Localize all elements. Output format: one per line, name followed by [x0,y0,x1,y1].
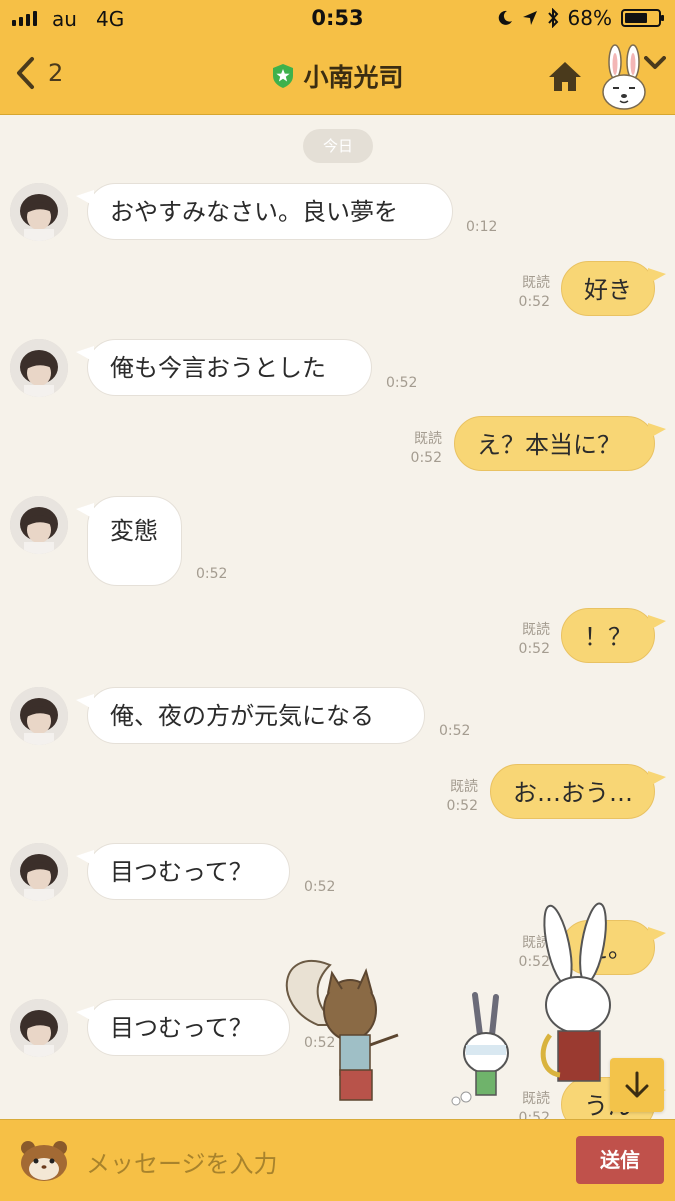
contact-avatar[interactable] [10,999,68,1057]
contact-avatar[interactable] [10,183,68,241]
message-time: 0:52 [446,798,478,814]
contact-avatar[interactable] [10,843,68,901]
message-time: 0:52 [196,566,228,582]
message-input[interactable]: メッセージを入力 [86,1144,278,1179]
read-label: 既読 [522,622,550,638]
incoming-message-bubble[interactable]: 変態 [76,496,182,586]
outgoing-message-bubble[interactable]: お…おう… [490,764,666,819]
outgoing-message-bubble[interactable]: ！？ [561,608,666,663]
incoming-message-bubble[interactable]: 俺、夜の方が元気になる [76,687,425,744]
location-icon [522,11,537,25]
message-time: 0:52 [386,375,418,391]
incoming-message-bubble[interactable]: おやすみなさい。良い夢を [76,183,453,240]
date-divider: 今日 [303,129,373,163]
message-text: 俺、夜の方が元気になる [110,702,374,730]
message-text: 目つむって？ [110,858,253,886]
contact-avatar[interactable] [10,496,68,554]
message-text: 好き [584,276,632,304]
moon-icon [498,10,512,25]
message-read-receipt: 既読 0:52 [360,430,442,468]
hamster-icon[interactable] [18,1136,70,1182]
rabbit-avatar-icon[interactable] [600,44,648,110]
message-list[interactable]: 今日 おやすみなさい。良い夢を 0:12 既読 0:52 好き 俺も今言おうとした… [0,115,675,1119]
status-bar: au 4G 0:53 68% [0,0,675,38]
message-text: おやすみなさい。良い夢を [110,198,398,226]
message-text: 俺も今言おうとした [110,354,326,382]
message-read-receipt: 既読 0:52 [470,621,550,659]
message-input-bar: メッセージを入力 送信 [0,1119,675,1201]
chat-header: 2 小南光司 [0,38,675,115]
message-text: 変態 [110,517,158,545]
outgoing-message-bubble[interactable]: え？本当に？ [454,416,666,471]
contact-name: 小南光司 [303,63,404,92]
battery-percent: 68% [567,6,612,30]
message-time: 0:52 [518,641,550,657]
bluetooth-icon [547,8,558,28]
incoming-message-bubble[interactable]: 目つむって？ [76,843,290,900]
battery-icon [621,9,664,27]
contact-avatar[interactable] [10,687,68,745]
read-label: 既読 [450,779,478,795]
message-text: お…おう… [513,779,633,807]
message-text: え？本当に？ [477,431,621,459]
chevron-down-icon[interactable] [644,56,666,70]
message-time: 0:52 [518,294,550,310]
incoming-message-bubble[interactable]: 目つむって？ [76,999,290,1056]
contact-avatar[interactable] [10,339,68,397]
message-time: 0:52 [410,450,442,466]
read-label: 既読 [522,275,550,291]
chat-skin-characters [285,902,611,1106]
incoming-message-bubble[interactable]: 俺も今言おうとした [76,339,372,396]
scroll-to-bottom-button[interactable] [610,1058,664,1112]
send-button[interactable]: 送信 [576,1136,664,1184]
verified-badge-icon [273,64,294,88]
outgoing-message-bubble[interactable]: 好き [561,261,666,316]
read-label: 既読 [414,431,442,447]
scroll-down-arrow-icon [625,1071,649,1098]
message-text: ！？ [584,623,632,651]
home-icon[interactable] [548,60,582,92]
message-read-receipt: 既読 0:52 [470,274,550,312]
message-time: 0:12 [466,219,498,235]
message-read-receipt: 既読 0:52 [396,778,478,816]
message-time: 0:52 [439,723,471,739]
message-text: 目つむって？ [110,1014,253,1042]
